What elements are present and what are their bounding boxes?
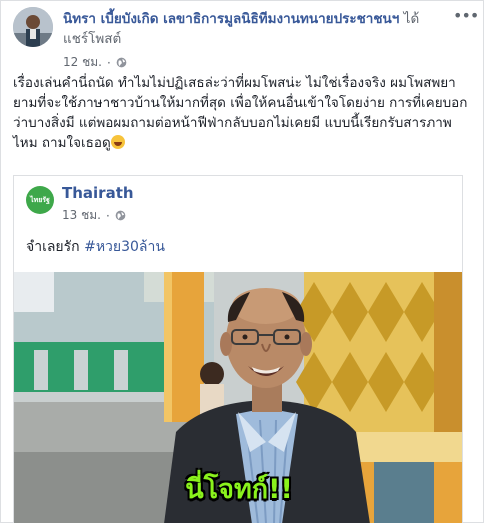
thairath-avatar[interactable]: ไทยรัฐ	[26, 186, 54, 214]
post-meta: 12 ชม. ·	[63, 53, 127, 72]
shared-post-card[interactable]: ไทยรัฐ Thairath 13 ชม. · จำเลยรัก #หวย30…	[13, 175, 463, 523]
shared-page-name-link[interactable]: Thairath	[62, 184, 134, 202]
image-caption: นี่โจทก์!!	[185, 474, 293, 505]
hashtag-link[interactable]: #หวย30ล้าน	[84, 239, 165, 255]
shared-post-meta: 13 ชม. ·	[62, 206, 126, 225]
post-text: เรื่องเล่นคำนี่ถนัด ทำไมไม่ปฏิเสธล่ะว่าท…	[13, 75, 468, 151]
globe-icon[interactable]	[116, 57, 127, 68]
laughing-emoji-icon	[110, 135, 125, 149]
globe-icon[interactable]	[115, 210, 126, 221]
shared-post-image[interactable]: นี่โจทก์!!	[14, 272, 462, 523]
post-header-text: นิทรา เบี้ยบังเกิด เลขาธิการมูลนิธิทีมงา…	[63, 9, 441, 49]
author-avatar[interactable]	[13, 7, 53, 47]
more-options-icon[interactable]: •••	[453, 8, 479, 24]
post-card: นิทรา เบี้ยบังเกิด เลขาธิการมูลนิธิทีมงา…	[0, 0, 484, 523]
post-timestamp[interactable]: 12 ชม.	[63, 53, 102, 72]
post-header: นิทรา เบี้ยบังเกิด เลขาธิการมูลนิธิทีมงา…	[13, 7, 479, 70]
post-body-text: เรื่องเล่นคำนี่ถนัด ทำไมไม่ปฏิเสธล่ะว่าท…	[13, 73, 473, 153]
shared-post-text: จำเลยรัก #หวย30ล้าน	[26, 236, 165, 258]
shared-text-prefix: จำเลยรัก	[26, 239, 80, 255]
shared-post-timestamp[interactable]: 13 ชม.	[62, 206, 101, 225]
author-name-link[interactable]: นิทรา เบี้ยบังเกิด เลขาธิการมูลนิธิทีมงา…	[63, 11, 399, 27]
